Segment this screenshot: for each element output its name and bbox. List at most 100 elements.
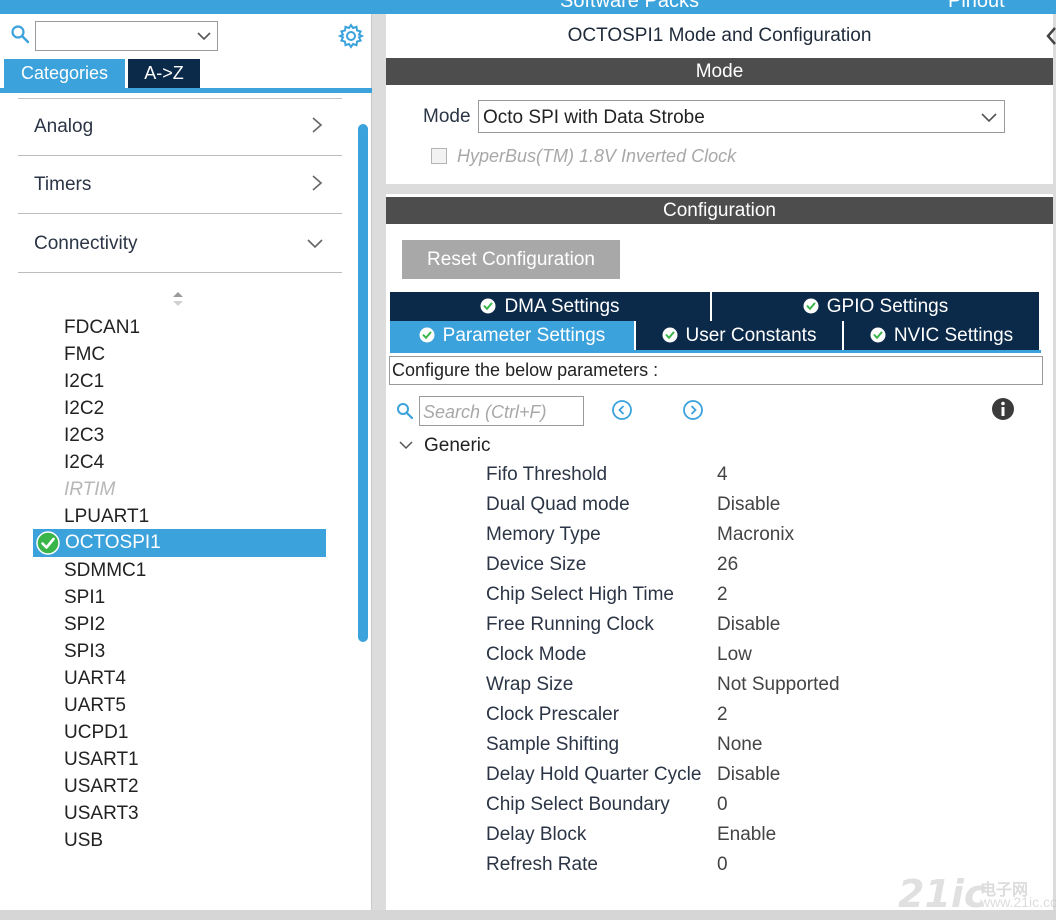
- chevron-down-icon: [980, 109, 998, 125]
- chevron-down-icon[interactable]: [196, 28, 212, 44]
- category-connectivity[interactable]: Connectivity: [18, 219, 342, 273]
- parameter-value[interactable]: Disable: [717, 760, 780, 790]
- watermark-main: 21ic: [898, 872, 986, 916]
- list-item[interactable]: LPUART1: [64, 503, 149, 530]
- expand-arrow-icon[interactable]: [1046, 26, 1056, 58]
- check-circle-icon: [870, 327, 886, 343]
- list-item[interactable]: USART3: [64, 800, 139, 827]
- tab-dma-settings[interactable]: DMA Settings: [390, 292, 710, 321]
- pinout-menu[interactable]: Pinout: [948, 0, 1005, 13]
- parameter-value[interactable]: 2: [717, 580, 728, 610]
- category-label: Connectivity: [34, 233, 138, 255]
- category-label: Timers: [34, 174, 91, 196]
- mode-panel: OCTOSPI1 Mode and Configuration Mode Mod…: [386, 14, 1053, 184]
- scrollbar[interactable]: [358, 124, 368, 642]
- software-packs-menu[interactable]: Software Packs: [560, 0, 699, 13]
- list-item-selected[interactable]: OCTOSPI1: [33, 529, 326, 557]
- reset-configuration-button[interactable]: Reset Configuration: [402, 240, 620, 279]
- tab-categories[interactable]: Categories: [4, 59, 125, 88]
- parameter-value[interactable]: 4: [717, 460, 728, 490]
- config-info-text: Configure the below parameters :: [389, 356, 1043, 385]
- check-circle-icon: [419, 327, 435, 343]
- list-item-label: OCTOSPI1: [65, 529, 161, 557]
- parameter-name: Device Size: [486, 550, 586, 580]
- parameter-name: Fifo Threshold: [486, 460, 607, 490]
- parameter-value[interactable]: Disable: [717, 490, 780, 520]
- category-label: Analog: [34, 116, 93, 138]
- search-icon[interactable]: [10, 24, 30, 44]
- previous-result-icon[interactable]: [611, 399, 633, 421]
- list-item[interactable]: UCPD1: [64, 719, 128, 746]
- mode-select[interactable]: Octo SPI with Data Strobe: [478, 100, 1005, 133]
- check-circle-icon: [803, 298, 819, 314]
- parameter-value[interactable]: 26: [717, 550, 738, 580]
- mode-header: Mode: [386, 58, 1053, 85]
- search-input[interactable]: [35, 21, 218, 51]
- parameter-name: Dual Quad mode: [486, 490, 630, 520]
- hyperbus-checkbox[interactable]: [431, 148, 447, 164]
- parameter-value[interactable]: Low: [717, 640, 752, 670]
- parameter-name: Sample Shifting: [486, 730, 619, 760]
- parameter-name: Memory Type: [486, 520, 601, 550]
- tab-parameter-settings[interactable]: Parameter Settings: [390, 321, 634, 350]
- parameter-value[interactable]: 0: [717, 790, 728, 820]
- list-item[interactable]: I2C1: [64, 368, 104, 395]
- sort-arrows-icon[interactable]: [170, 290, 186, 308]
- list-item[interactable]: UART4: [64, 665, 126, 692]
- tab-label: DMA Settings: [504, 296, 619, 317]
- top-toolbar: Software Packs Pinout: [0, 0, 1056, 14]
- parameter-name: Clock Mode: [486, 640, 586, 670]
- parameter-search-input[interactable]: Search (Ctrl+F): [419, 396, 584, 426]
- parameter-name: Refresh Rate: [486, 850, 598, 880]
- gear-icon[interactable]: [338, 23, 364, 49]
- configuration-header: Configuration: [386, 197, 1053, 224]
- list-item[interactable]: USART1: [64, 746, 139, 773]
- list-item[interactable]: I2C2: [64, 395, 104, 422]
- tab-label: GPIO Settings: [827, 296, 948, 317]
- search-placeholder: Search (Ctrl+F): [423, 402, 547, 423]
- tab-user-constants[interactable]: User Constants: [636, 321, 842, 350]
- parameter-value[interactable]: Not Supported: [717, 670, 840, 700]
- categories-panel: Categories A->Z Analog Timers Connectivi…: [0, 14, 372, 914]
- search-icon[interactable]: [396, 402, 414, 420]
- list-item[interactable]: SPI3: [64, 638, 105, 665]
- parameter-value[interactable]: Enable: [717, 820, 776, 850]
- parameter-name: Chip Select High Time: [486, 580, 674, 610]
- list-item[interactable]: UART5: [64, 692, 126, 719]
- configuration-panel: Configuration Reset Configuration DMA Se…: [386, 194, 1053, 910]
- mode-label: Mode: [423, 106, 471, 128]
- info-icon[interactable]: [991, 397, 1015, 421]
- parameter-name: Delay Block: [486, 820, 586, 850]
- list-item[interactable]: I2C3: [64, 422, 104, 449]
- parameter-name: Wrap Size: [486, 670, 573, 700]
- category-timers[interactable]: Timers: [18, 160, 342, 214]
- parameter-value[interactable]: None: [717, 730, 762, 760]
- watermark-url: www.21ic.com: [980, 894, 1056, 910]
- list-item[interactable]: I2C4: [64, 449, 104, 476]
- tab-label: NVIC Settings: [894, 325, 1013, 346]
- list-item[interactable]: SPI1: [64, 584, 105, 611]
- list-item[interactable]: SPI2: [64, 611, 105, 638]
- chevron-right-icon: [310, 174, 324, 192]
- parameter-value[interactable]: Disable: [717, 610, 780, 640]
- list-item[interactable]: USART2: [64, 773, 139, 800]
- list-item[interactable]: SDMMC1: [64, 557, 146, 584]
- tab-label: User Constants: [686, 325, 817, 346]
- parameter-value[interactable]: Macronix: [717, 520, 794, 550]
- parameter-value[interactable]: 0: [717, 850, 728, 880]
- chevron-down-icon: [306, 237, 324, 251]
- parameter-value[interactable]: 2: [717, 700, 728, 730]
- parameter-name: Clock Prescaler: [486, 700, 619, 730]
- page-title: OCTOSPI1 Mode and Configuration: [386, 14, 1053, 58]
- mode-select-value: Octo SPI with Data Strobe: [483, 107, 705, 129]
- list-item[interactable]: FMC: [64, 341, 105, 368]
- tab-nvic-settings[interactable]: NVIC Settings: [844, 321, 1039, 350]
- list-item[interactable]: USB: [64, 827, 103, 854]
- chevron-down-icon[interactable]: [398, 438, 414, 452]
- list-item[interactable]: FDCAN1: [64, 314, 140, 341]
- category-analog[interactable]: Analog: [18, 102, 342, 156]
- tab-gpio-settings[interactable]: GPIO Settings: [712, 292, 1039, 321]
- tab-a-z[interactable]: A->Z: [128, 59, 200, 88]
- next-result-icon[interactable]: [682, 399, 704, 421]
- group-label-generic: Generic: [424, 435, 491, 457]
